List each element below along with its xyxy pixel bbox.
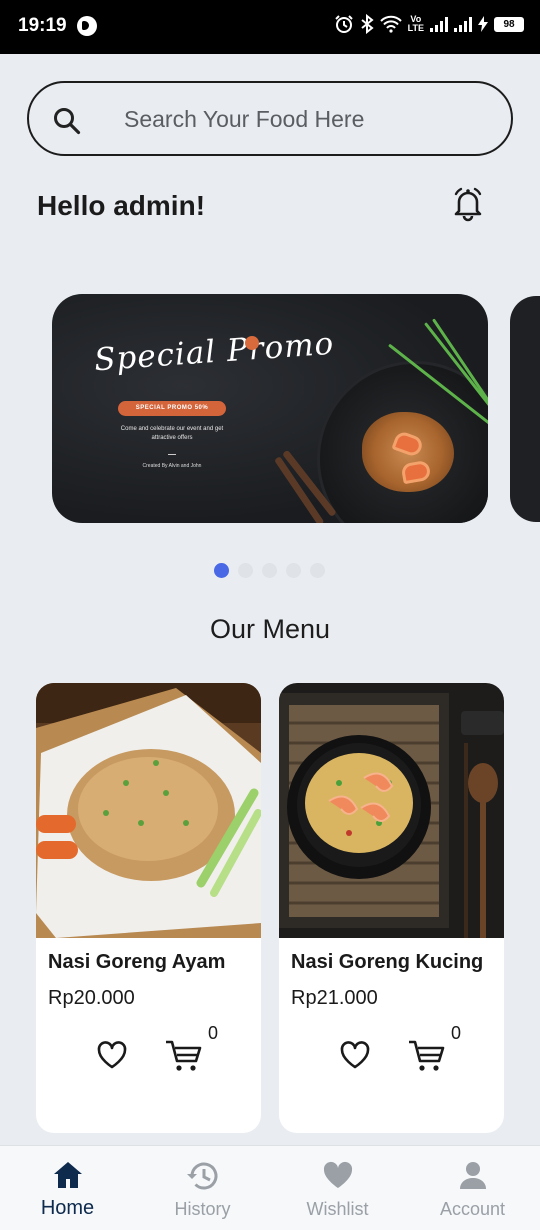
alarm-icon (334, 15, 353, 33)
heart-icon[interactable] (96, 1040, 128, 1070)
charging-icon (478, 16, 488, 32)
menu-item-price: Rp21.000 (291, 987, 378, 1009)
carousel-dot[interactable] (310, 563, 325, 578)
search-icon (54, 108, 81, 135)
menu-card[interactable]: Nasi Goreng Ayam Rp20.000 0 (36, 683, 261, 1133)
menu-card[interactable]: Nasi Goreng Kucing Rp21.000 0 (279, 683, 504, 1133)
menu-section-title: Our Menu (209, 614, 331, 644)
food-image-nasi-goreng-ayam (36, 683, 261, 938)
menu-item-name: Nasi Goreng Ayam (48, 951, 226, 973)
food-image-nasi-goreng-kucing (279, 683, 504, 938)
nav-label: Account (439, 1199, 506, 1219)
battery-icon: 98 (494, 16, 524, 32)
carousel-dot[interactable] (286, 563, 301, 578)
carousel-indicator (214, 563, 325, 578)
home-icon (53, 1162, 82, 1188)
wifi-icon (379, 15, 402, 33)
nav-wishlist[interactable]: Wishlist (270, 1146, 405, 1230)
account-icon (459, 1162, 486, 1189)
cart-count: 0 (208, 1023, 219, 1043)
cart-icon[interactable] (407, 1039, 445, 1073)
history-icon (186, 1162, 217, 1190)
signal-icon-2 (454, 16, 472, 32)
volte-indicator: Vo LTE (407, 14, 424, 33)
search-input[interactable] (124, 101, 484, 137)
bluetooth-icon (361, 14, 374, 34)
status-bar: 19:19 Vo LTE 98 (0, 0, 540, 54)
nav-label: Home (40, 1197, 95, 1219)
carousel-dot[interactable] (214, 563, 229, 578)
cart-count: 0 (451, 1023, 462, 1043)
carousel-dot[interactable] (262, 563, 277, 578)
search-bar[interactable] (27, 81, 513, 156)
nav-label: Wishlist (306, 1199, 369, 1219)
menu-item-name: Nasi Goreng Kucing (291, 951, 484, 973)
menu-item-price: Rp20.000 (48, 987, 135, 1009)
nav-account[interactable]: Account (405, 1146, 540, 1230)
notification-bell-icon[interactable] (450, 186, 486, 222)
promo-divider (168, 454, 176, 455)
promo-badge: SPECIAL PROMO 50% (118, 401, 226, 416)
promo-banner-next[interactable] (510, 296, 540, 522)
cart-icon[interactable] (164, 1039, 202, 1073)
nav-label: History (174, 1199, 231, 1219)
signal-icon (430, 16, 448, 32)
nav-home[interactable]: Home (0, 1146, 135, 1230)
promo-decoration (245, 336, 259, 350)
greeting-title: Hello admin! (37, 190, 206, 221)
notification-app-icon (77, 16, 97, 36)
heart-icon[interactable] (339, 1040, 371, 1070)
status-icons: Vo LTE 98 (334, 14, 524, 34)
heart-icon (323, 1161, 352, 1188)
promo-title: Special Promo (93, 325, 336, 379)
promo-description: Come and celebrate our event and get att… (120, 426, 224, 441)
bottom-navigation: Home History Wishlist Account (0, 1145, 540, 1230)
promo-credit: Created By Alvin and John (142, 463, 202, 469)
status-time: 19:19 (18, 15, 67, 36)
carousel-dot[interactable] (238, 563, 253, 578)
promo-banner[interactable]: Special Promo SPECIAL PROMO 50% Come and… (52, 294, 488, 523)
nav-history[interactable]: History (135, 1146, 270, 1230)
